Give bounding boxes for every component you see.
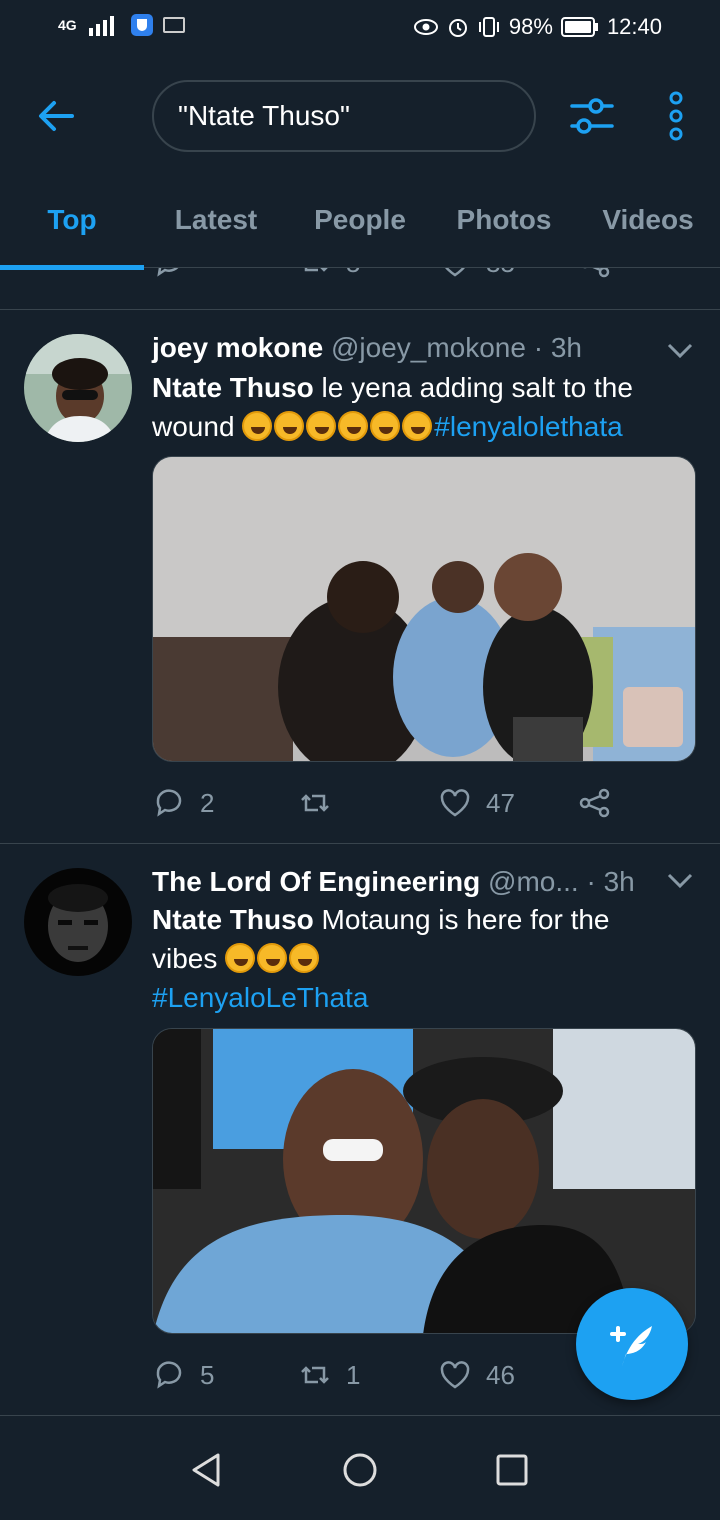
retweet-button[interactable]: 1 [298,1358,360,1392]
laughing-emoji-icon [402,411,433,441]
laughing-emoji-icon [306,411,337,441]
hashtag-link[interactable]: #lenyalolethata [434,411,622,442]
filter-settings-icon[interactable] [568,92,616,140]
alarm-icon [448,19,467,37]
signal-icon [88,16,114,36]
tab-videos[interactable]: Videos [576,172,720,268]
hashtag-link[interactable]: #LenyaloLeThata [152,982,368,1013]
share-icon [583,268,610,278]
vibrate-icon [478,17,499,37]
tweet-actions: 5 1 46 [152,1358,622,1398]
reply-icon [156,1361,182,1389]
more-options-icon[interactable] [664,90,688,142]
tweet-header: The Lord Of Engineering @mo... · 3h [152,866,635,898]
tweet-photo[interactable] [152,1028,696,1334]
compose-tweet-button[interactable] [576,1288,688,1400]
retweet-button[interactable]: 5 [298,268,360,280]
tears-of-joy-emoji-icon [225,943,256,973]
chevron-down-icon[interactable] [666,342,694,360]
share-button[interactable] [578,268,612,280]
share-icon [579,788,610,818]
user-handle[interactable]: @mo... [488,866,579,897]
tab-latest[interactable]: Latest [144,172,288,268]
mention-text: Ntate Thuso [152,372,314,403]
tweet-time: · 3h [586,866,635,897]
tweet-time: · 3h [533,332,582,363]
back-arrow-icon[interactable] [36,96,76,136]
retweet-button[interactable] [298,786,346,820]
laughing-emoji-icon [242,411,273,441]
retweet-icon [301,794,329,812]
system-navigation-bar [0,1416,720,1520]
tweet[interactable]: joey mokone @joey_mokone · 3h Ntate Thus… [0,310,720,844]
back-triangle-icon[interactable] [186,1450,226,1490]
avatar[interactable] [24,334,132,442]
like-count: 47 [486,787,515,818]
reply-button[interactable]: 5 [152,1358,214,1392]
reply-icon [157,268,179,277]
heart-icon [440,1361,470,1389]
retweet-count: 5 [346,268,360,279]
search-header: "Ntate Thuso" [0,62,720,172]
reply-icon [156,789,182,817]
tweet-photo[interactable] [152,456,696,762]
network-type-label: 4G [58,17,77,33]
heart-icon [445,268,465,277]
battery-percent: 98% [508,14,553,39]
clock: 12:40 [606,14,662,39]
like-button[interactable]: 47 [438,786,515,820]
laughing-emoji-icon [370,411,401,441]
retweet-icon [301,1366,329,1384]
tweet-header: joey mokone @joey_mokone · 3h [152,332,582,364]
compose-feather-icon [610,1326,652,1366]
eye-icon [413,19,438,35]
retweet-count: 1 [346,1359,361,1390]
shield-icon [130,14,153,36]
tweet-actions: 2 47 [152,786,622,826]
tweet-text: Ntate Thuso Motaung is here for the vibe… [152,904,610,1013]
search-input[interactable]: "Ntate Thuso" [152,80,536,152]
like-count: 46 [486,1359,515,1390]
laughing-emoji-icon [338,411,369,441]
home-circle-icon[interactable] [340,1450,380,1490]
recents-square-icon[interactable] [492,1450,532,1490]
tears-of-joy-emoji-icon [257,943,288,973]
previous-tweet-actions: 5 35 [0,268,720,310]
reply-button[interactable] [152,268,186,280]
avatar[interactable] [24,868,132,976]
tab-photos[interactable]: Photos [432,172,576,268]
mention-text: Ntate Thuso [152,904,314,935]
share-button[interactable] [578,786,612,820]
like-button[interactable]: 35 [438,268,515,280]
mail-icon [162,17,185,33]
reply-button[interactable]: 2 [152,786,214,820]
status-bar: 4G 98% 12:40 [0,0,720,62]
tears-of-joy-emoji-icon [289,943,320,973]
laughing-emoji-icon [274,411,305,441]
battery-icon [560,17,598,37]
chevron-down-icon[interactable] [666,872,694,890]
search-tabs: Top Latest People Photos Videos [0,172,720,270]
like-count: 35 [486,268,515,279]
retweet-icon [304,268,328,272]
display-name[interactable]: joey mokone [152,332,323,363]
like-button[interactable]: 46 [438,1358,515,1392]
display-name[interactable]: The Lord Of Engineering [152,866,480,897]
reply-count: 2 [200,787,215,818]
user-handle[interactable]: @joey_mokone [331,332,526,363]
reply-count: 5 [200,1359,215,1390]
tweet-text: Ntate Thuso le yena adding salt to the w… [152,372,633,442]
tab-top[interactable]: Top [0,172,144,270]
tab-people[interactable]: People [288,172,432,268]
heart-icon [440,789,470,817]
